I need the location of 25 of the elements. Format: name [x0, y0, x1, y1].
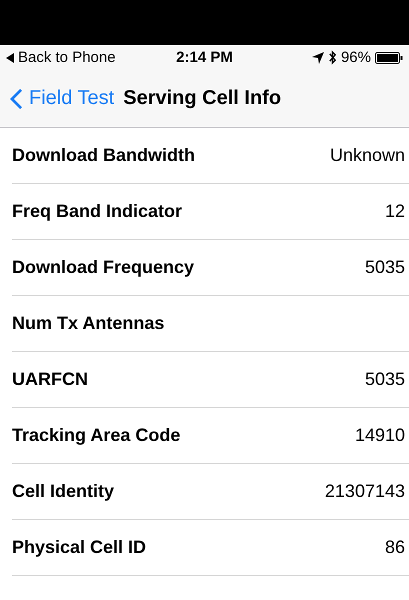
field-label: Physical Cell ID — [12, 537, 146, 558]
field-label: Freq Band Indicator — [12, 201, 182, 222]
back-triangle-icon — [6, 52, 14, 62]
screen-title: Serving Cell Info — [123, 87, 282, 110]
battery-icon — [375, 52, 403, 64]
bluetooth-icon — [328, 50, 337, 65]
field-value: 14910 — [354, 425, 405, 446]
field-label: Num Tx Antennas — [12, 313, 164, 334]
field-value: Unknown — [330, 145, 405, 166]
field-value: 21307143 — [324, 481, 405, 502]
field-value: 86 — [384, 537, 405, 558]
field-value: 12 — [384, 201, 405, 222]
back-button[interactable]: Field Test — [10, 87, 114, 110]
field-label: UARFCN — [12, 369, 88, 390]
location-arrow-icon — [312, 52, 324, 64]
field-label: Cell Identity — [12, 481, 114, 502]
field-label: Download Bandwidth — [12, 145, 195, 166]
battery-percent: 96% — [340, 49, 371, 66]
field-label: Tracking Area Code — [12, 425, 180, 446]
status-time: 2:14 PM — [175, 49, 234, 66]
chevron-left-icon — [10, 88, 23, 110]
field-label: Download Frequency — [12, 257, 194, 278]
field-value: 5035 — [364, 369, 405, 390]
back-to-app-link[interactable]: Back to Phone — [18, 49, 116, 66]
field-value: 5035 — [364, 257, 405, 278]
